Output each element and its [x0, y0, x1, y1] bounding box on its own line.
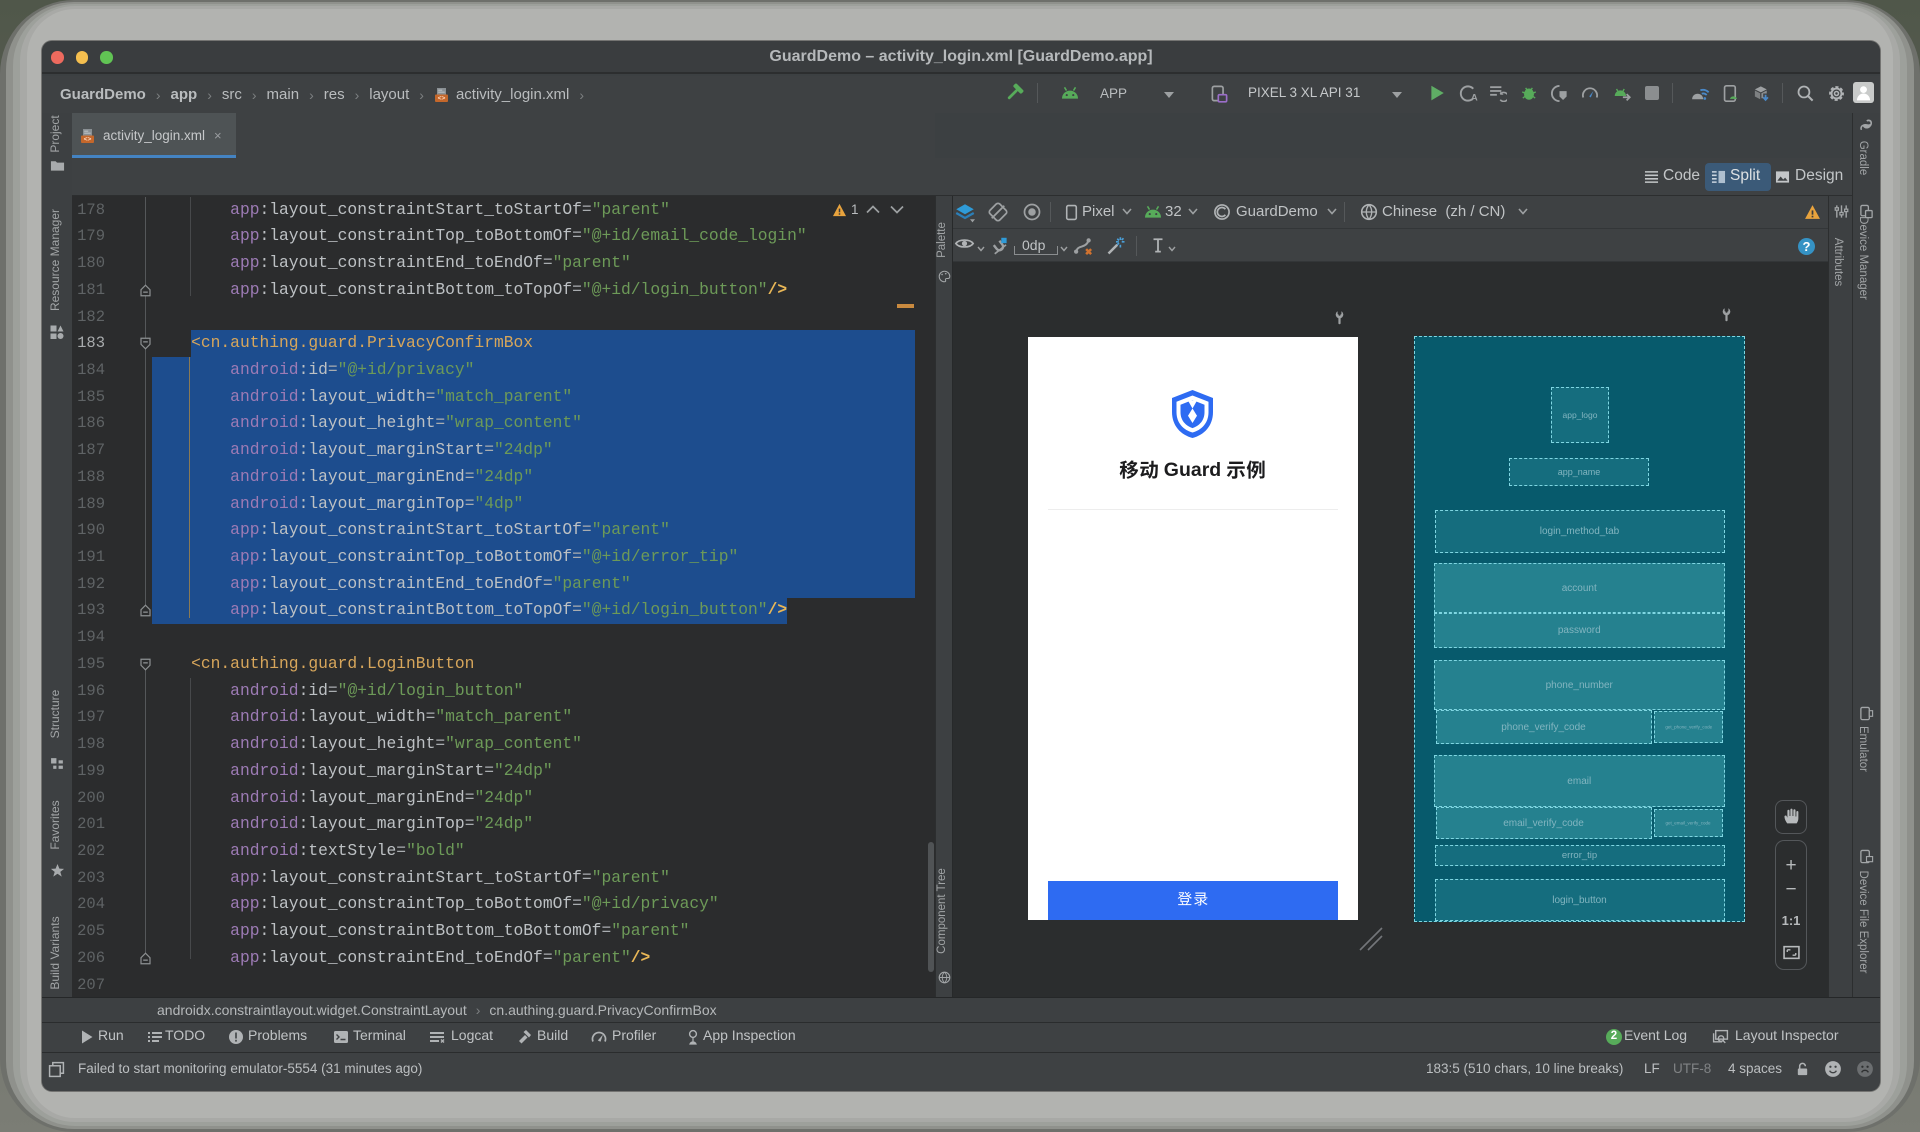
- svg-text:<>: <>: [438, 95, 446, 102]
- svg-text:A: A: [1471, 93, 1478, 103]
- svg-text:<>: <>: [84, 136, 92, 143]
